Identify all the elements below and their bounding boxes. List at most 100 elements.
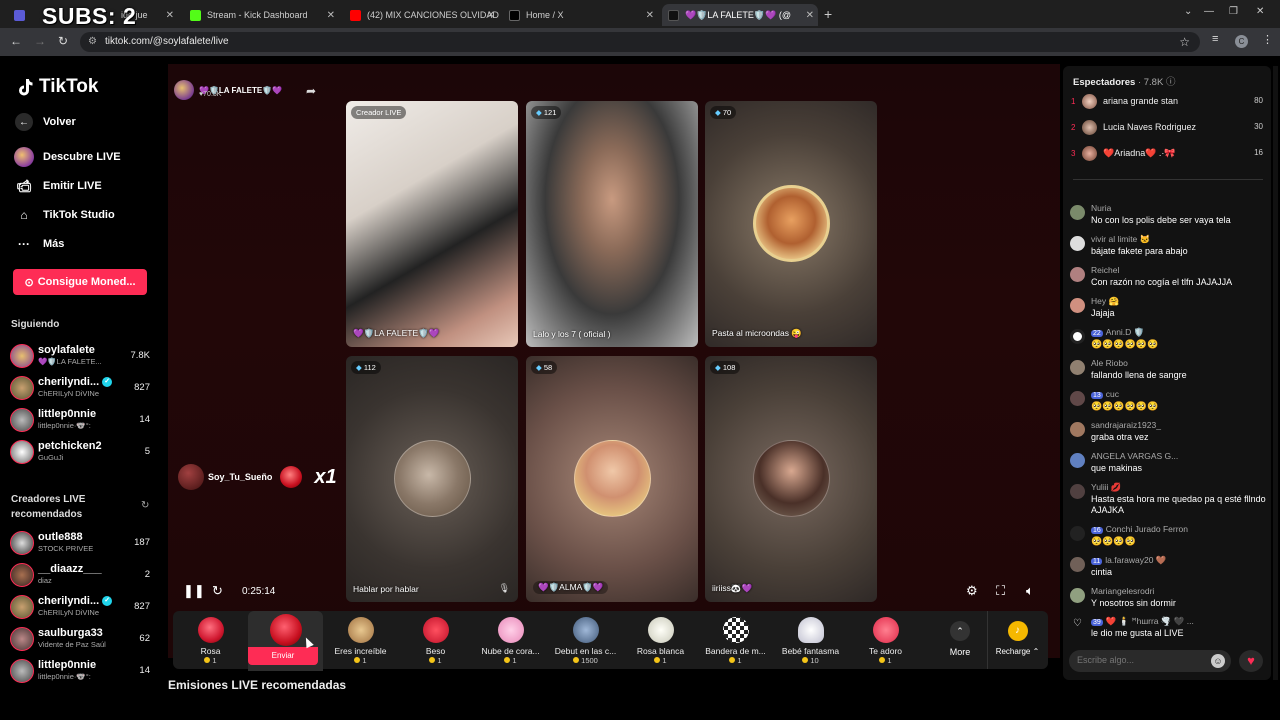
avatar[interactable] <box>1070 360 1085 375</box>
nav-tiktok-studio[interactable]: ⌂ TikTok Studio <box>14 205 114 225</box>
forward-icon[interactable]: → <box>34 34 46 48</box>
message-user[interactable]: cuc <box>1106 389 1119 399</box>
avatar[interactable] <box>1070 205 1085 220</box>
page-scrollbar[interactable] <box>1273 66 1278 680</box>
guest-tile-6[interactable]: ◆ 108 iiriiss🐼💜 <box>705 356 877 602</box>
message-user[interactable]: Anni.D 🛡️ <box>1106 327 1144 337</box>
tab-2[interactable]: Stream - Kick Dashboard ✕ <box>184 4 339 26</box>
back-link[interactable]: ← Volver <box>14 112 76 132</box>
nav-more[interactable]: ··· Más <box>14 234 64 254</box>
message-user[interactable]: Conchi Jurado Ferron <box>1106 524 1188 534</box>
message-user[interactable]: Nuria <box>1091 203 1111 213</box>
more-gifts-button[interactable]: ⌃ More <box>936 611 984 669</box>
message-user[interactable]: Ale Riobo <box>1091 358 1128 368</box>
avatar[interactable] <box>1070 422 1085 437</box>
avatar[interactable] <box>1070 588 1085 603</box>
close-icon[interactable]: ✕ <box>487 10 495 21</box>
top-viewer[interactable]: 3 ❤️Ariadna❤️ .·🎀 16 <box>1071 144 1263 164</box>
message-user[interactable]: la.faraway20 🤎 <box>1105 555 1166 565</box>
recommended-account[interactable]: saulburga33 Vidente de Paz Saúl 62 <box>10 625 155 653</box>
following-account[interactable]: petchicken2 GuGuJi 5 <box>10 438 155 466</box>
top-viewer[interactable]: 1 ariana grande stan 80 <box>1071 92 1263 112</box>
nav-go-live[interactable]: 📹︎ Emitir LIVE <box>14 176 101 196</box>
close-icon[interactable]: ✕ <box>646 10 654 21</box>
site-info-icon[interactable]: ⚙ <box>88 36 97 47</box>
close-icon[interactable]: ✕ <box>327 10 335 21</box>
gift-rosa-blanca[interactable]: Rosa blanca 1 <box>623 611 698 669</box>
fullscreen-icon[interactable]: ⛶ <box>996 583 1005 599</box>
close-window-icon[interactable]: ✕ <box>1256 6 1264 17</box>
top-viewer[interactable]: 2 Lucia Naves Rodriguez 30 <box>1071 118 1263 138</box>
message-user[interactable]: vivir al limite 🐱 <box>1091 234 1150 245</box>
send-gift-button[interactable]: Enviar <box>248 647 318 665</box>
tab-search-icon[interactable]: ⌄ <box>1184 6 1192 17</box>
volume-icon[interactable]: 🔈︎ <box>1026 583 1034 599</box>
back-icon[interactable]: ← <box>10 34 22 48</box>
profile-avatar[interactable]: C <box>1235 35 1248 48</box>
following-account[interactable]: cherilyndi... ✓ ChERILyN DiVINe 827 <box>10 374 155 402</box>
get-coins-button[interactable]: ⊙ Consigue Moned... <box>13 269 147 295</box>
nav-discover-live[interactable]: Descubre LIVE <box>14 147 121 167</box>
reload-icon[interactable]: ↻ <box>58 34 68 48</box>
guest-tile-1[interactable]: Creador LIVE 💜🛡️LA FALETE🛡️💜 <box>346 101 518 347</box>
gift-debut[interactable]: Debut en las c... 1500 <box>548 611 623 669</box>
bookmark-star-icon[interactable]: ☆ <box>1179 35 1190 49</box>
tab-4[interactable]: Home / X ✕ <box>503 4 658 26</box>
message-user[interactable]: Mariangelesrodri <box>1091 586 1154 596</box>
avatar[interactable] <box>1070 236 1085 251</box>
new-tab-button[interactable]: + <box>824 6 832 22</box>
close-icon[interactable]: ✕ <box>806 10 814 21</box>
guest-tile-5[interactable]: ◆ 58 💜🛡️ALMA🛡️💜 <box>526 356 698 602</box>
minimize-icon[interactable]: — <box>1204 6 1214 17</box>
avatar[interactable] <box>1070 391 1085 406</box>
gift-nube-corazones[interactable]: Nube de cora... 1 <box>473 611 548 669</box>
guest-tile-2[interactable]: ◆ 121 Lalo y los 7 ( oficial ) <box>526 101 698 347</box>
media-icon[interactable]: ≡ <box>1212 33 1218 45</box>
avatar[interactable] <box>1070 267 1085 282</box>
guest-tile-4[interactable]: ◆ 112 Hablar por hablar 🎙︎ <box>346 356 518 602</box>
gift-bandera[interactable]: Bandera de m... 1 <box>698 611 773 669</box>
recommended-account[interactable]: __diaazz___ diaz 2 <box>10 561 155 589</box>
chat-input-box[interactable]: ☺ <box>1069 650 1231 672</box>
avatar[interactable] <box>1070 526 1085 541</box>
guest-tile-3[interactable]: ◆ 70 Pasta al microondas 😜 <box>705 101 877 347</box>
like-heart-button[interactable]: ♥ <box>1239 650 1263 672</box>
gift-te-adoro[interactable]: Te adoro 1 <box>848 611 923 669</box>
message-user[interactable]: sandrajaraiz1923_ <box>1091 420 1161 430</box>
close-icon[interactable]: ✕ <box>166 10 174 21</box>
recommended-account[interactable]: cherilyndi... ✓ ChERILyN DiVINe 827 <box>10 593 155 621</box>
recharge-button[interactable]: ♪ Recharge ⌃ <box>987 611 1047 669</box>
gift-rosa[interactable]: Rosa 1 <box>173 611 248 669</box>
refresh-icon[interactable]: ↻ <box>141 500 149 511</box>
emoji-icon[interactable]: ☺ <box>1211 654 1225 668</box>
avatar[interactable] <box>1070 298 1085 313</box>
tab-3[interactable]: (42) MIX CANCIONES OLVIDADAS ✕ <box>344 4 499 26</box>
refresh-stream-icon[interactable]: ↻ <box>212 583 223 599</box>
following-account[interactable]: soylafalete 💜🛡️LA FALETE... 7.8K <box>10 342 155 370</box>
avatar[interactable] <box>1070 453 1085 468</box>
share-icon[interactable]: ➦ <box>306 84 316 98</box>
info-icon[interactable]: ⓘ <box>1166 77 1176 88</box>
tiktok-logo[interactable]: TikTok <box>15 76 98 98</box>
avatar[interactable] <box>1070 329 1085 344</box>
gift-eres-increible[interactable]: Eres increíble 1 <box>323 611 398 669</box>
maximize-icon[interactable]: ❐ <box>1229 6 1238 17</box>
settings-gear-icon[interactable]: ⚙ <box>966 583 978 599</box>
host-avatar[interactable] <box>174 80 194 100</box>
message-user[interactable]: Yuliii 💋 <box>1091 482 1121 493</box>
following-account[interactable]: littlep0nnie littlep0nnie·🐨°: 14 <box>10 406 155 434</box>
message-user[interactable]: Reichel <box>1091 265 1119 275</box>
chat-input[interactable] <box>1077 655 1207 665</box>
tab-5-active[interactable]: 💜🛡️LA FALETE🛡️💜 (@ ✕ <box>662 4 818 26</box>
message-user[interactable]: ❤️ 🕯️ ꟸhшrra 🌪️ 🖤 ... <box>1106 616 1194 626</box>
menu-icon[interactable]: ⋮ <box>1262 33 1273 46</box>
avatar[interactable] <box>1070 484 1085 499</box>
recommended-account[interactable]: littlep0nnie littlep0nnie·🐨°: 14 <box>10 657 155 685</box>
avatar[interactable] <box>1070 557 1085 572</box>
host-info[interactable]: 💜🛡️LA FALETE🛡️💜 ♥70.5K <box>174 80 282 100</box>
message-user[interactable]: Hey 🤗 <box>1091 296 1119 307</box>
recommended-account[interactable]: outle888 STOCK PRIVEE 187 <box>10 529 155 557</box>
gift-beso[interactable]: Beso 1 <box>398 611 473 669</box>
url-field[interactable]: ⚙ tiktok.com/@soylafalete/live ☆ <box>80 32 1200 52</box>
gift-bebe-fantasma[interactable]: Bebé fantasma 10 <box>773 611 848 669</box>
